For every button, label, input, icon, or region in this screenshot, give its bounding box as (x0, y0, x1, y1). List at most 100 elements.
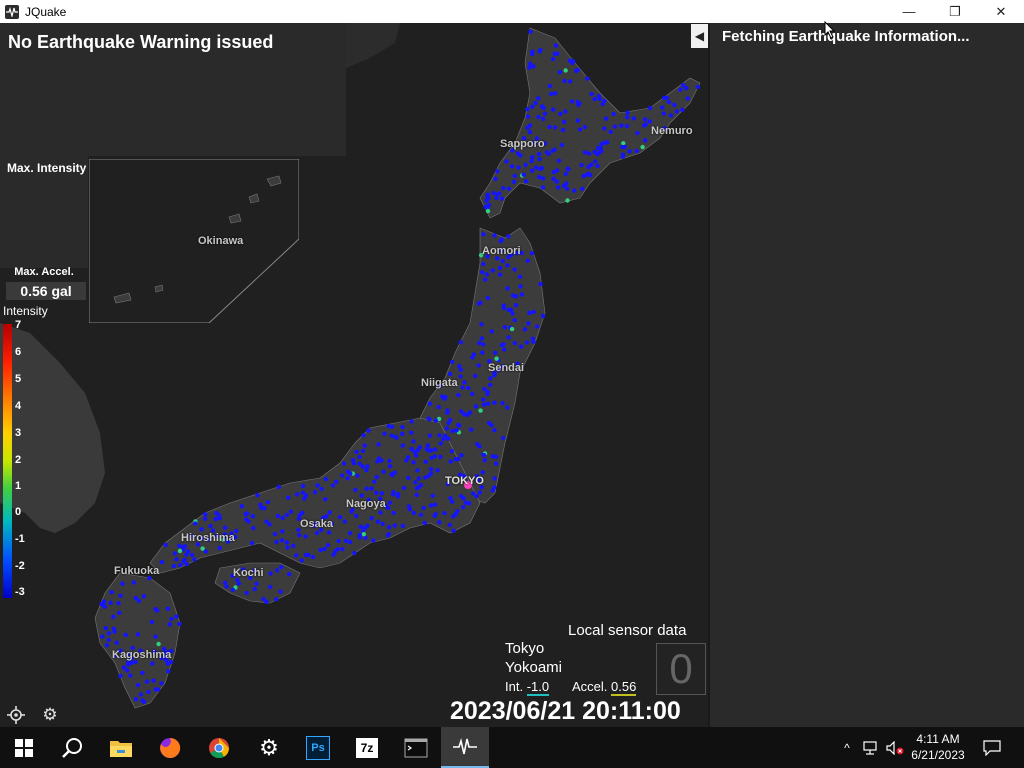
station-marker (427, 433, 432, 438)
taskbar-jquake[interactable] (441, 727, 489, 768)
station-marker (612, 124, 618, 129)
station-marker (354, 513, 359, 519)
taskbar-search-button[interactable] (48, 727, 96, 768)
station-marker (550, 148, 555, 153)
city-label-nemuro: Nemuro (651, 125, 693, 137)
station-marker (392, 523, 397, 528)
network-icon[interactable] (862, 740, 878, 755)
station-marker (449, 359, 455, 365)
station-marker (587, 172, 593, 178)
station-marker (448, 495, 453, 501)
locate-button[interactable] (5, 704, 27, 726)
station-marker (685, 96, 690, 101)
station-marker (466, 385, 471, 391)
station-marker (177, 621, 182, 627)
station-marker (453, 457, 458, 462)
station-marker (540, 313, 546, 319)
station-marker (120, 581, 125, 586)
station-marker (334, 479, 339, 484)
station-marker (595, 151, 600, 157)
jquake-app-icon (5, 4, 19, 19)
station-marker (284, 512, 290, 518)
station-marker (230, 587, 236, 592)
station-marker (171, 563, 177, 569)
station-marker (506, 335, 511, 340)
intensity-color-scale (3, 324, 12, 598)
sensor-location-city: Tokyo (505, 640, 545, 657)
station-marker (182, 544, 188, 549)
station-marker (549, 91, 554, 97)
station-marker (463, 500, 468, 505)
station-marker (357, 532, 362, 538)
city-label-sapporo: Sapporo (500, 138, 545, 150)
taskbar-chrome[interactable] (195, 727, 243, 768)
station-marker (461, 496, 466, 501)
minimize-button[interactable]: — (886, 0, 932, 23)
station-marker (647, 119, 652, 124)
volume-muted-icon[interactable] (886, 740, 904, 755)
taskbar-firefox[interactable] (146, 727, 194, 768)
action-center-button[interactable] (980, 727, 1004, 768)
chevron-up-icon[interactable]: ^ (840, 741, 854, 755)
city-label-fukuoka: Fukuoka (114, 565, 160, 577)
station-marker (203, 549, 208, 554)
station-marker (500, 258, 505, 264)
station-marker (279, 538, 285, 543)
earthquake-map[interactable]: No Earthquake Warning issued Max. Intens… (0, 23, 708, 727)
station-marker (310, 554, 316, 560)
station-marker (369, 486, 374, 491)
taskbar-photoshop[interactable]: Ps (294, 727, 342, 768)
station-marker (244, 590, 249, 596)
station-marker (267, 522, 272, 527)
station-marker (536, 151, 542, 157)
station-marker (643, 138, 648, 143)
station-marker (391, 492, 396, 497)
collapse-panel-button[interactable]: ◀ (691, 24, 708, 48)
taskbar-7zip[interactable]: 7z (343, 727, 391, 768)
intensity-scale-title: Intensity (3, 304, 48, 318)
max-intensity-label: Max. Intensity (7, 161, 87, 175)
close-button[interactable]: ✕ (978, 0, 1024, 23)
station-marker (327, 530, 332, 535)
station-marker (401, 485, 407, 491)
station-marker (379, 458, 384, 463)
fetching-status-text: Fetching Earthquake Information... (722, 28, 970, 45)
station-marker (380, 521, 385, 526)
station-marker (272, 531, 278, 537)
hokkaido-land (479, 27, 701, 219)
restore-button[interactable]: ❐ (932, 0, 978, 23)
station-marker (553, 43, 559, 48)
station-marker (364, 486, 369, 491)
station-marker (442, 433, 448, 438)
taskbar-settings[interactable]: ⚙ (245, 727, 293, 768)
station-marker (608, 129, 613, 135)
station-marker (576, 102, 581, 108)
station-marker (374, 474, 379, 480)
station-marker (375, 519, 381, 524)
station-marker (533, 100, 538, 106)
station-marker (275, 513, 281, 519)
title-bar: JQuake — ❐ ✕ (0, 0, 1024, 23)
station-marker (314, 530, 320, 536)
settings-button[interactable]: ⚙ (39, 704, 61, 726)
station-marker (557, 70, 563, 75)
station-marker (589, 91, 594, 97)
taskbar-clock[interactable]: 4:11 AM 6/21/2023 (905, 731, 971, 763)
station-marker (458, 374, 463, 379)
taskbar-file-explorer[interactable] (97, 727, 145, 768)
station-marker (379, 491, 385, 496)
station-marker (472, 373, 478, 379)
station-marker (542, 111, 548, 116)
station-marker (523, 162, 528, 168)
taskbar-terminal[interactable] (392, 727, 440, 768)
station-marker (103, 626, 109, 631)
station-marker (481, 452, 487, 458)
station-marker (458, 367, 463, 372)
station-marker (245, 511, 250, 516)
station-marker (274, 597, 279, 602)
station-marker (497, 272, 503, 277)
station-marker (100, 634, 105, 639)
start-button[interactable] (0, 727, 48, 768)
station-marker (415, 468, 420, 473)
station-marker (339, 473, 345, 478)
